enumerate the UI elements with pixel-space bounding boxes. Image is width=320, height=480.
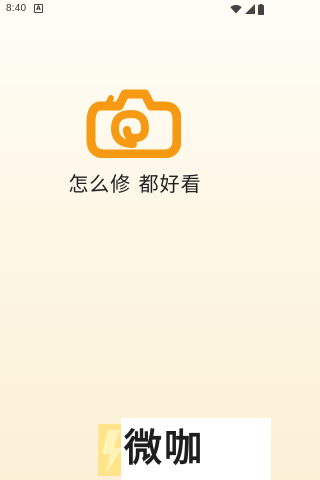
status-icons [230,3,264,15]
signal-icon [245,4,255,14]
a-notification-icon: A [34,4,43,13]
brand-name: 微咖 [124,426,205,470]
slogan-text: 怎么修 都好看 [68,172,202,196]
status-time: 8:40 [6,3,27,14]
brand-logo: 微咖 [92,418,272,480]
battery-icon [258,3,264,15]
brand-bolt-icon [98,424,124,476]
wifi-icon [230,5,242,14]
camera-logo-icon [85,88,182,159]
status-bar: 8:40 A [0,0,270,18]
